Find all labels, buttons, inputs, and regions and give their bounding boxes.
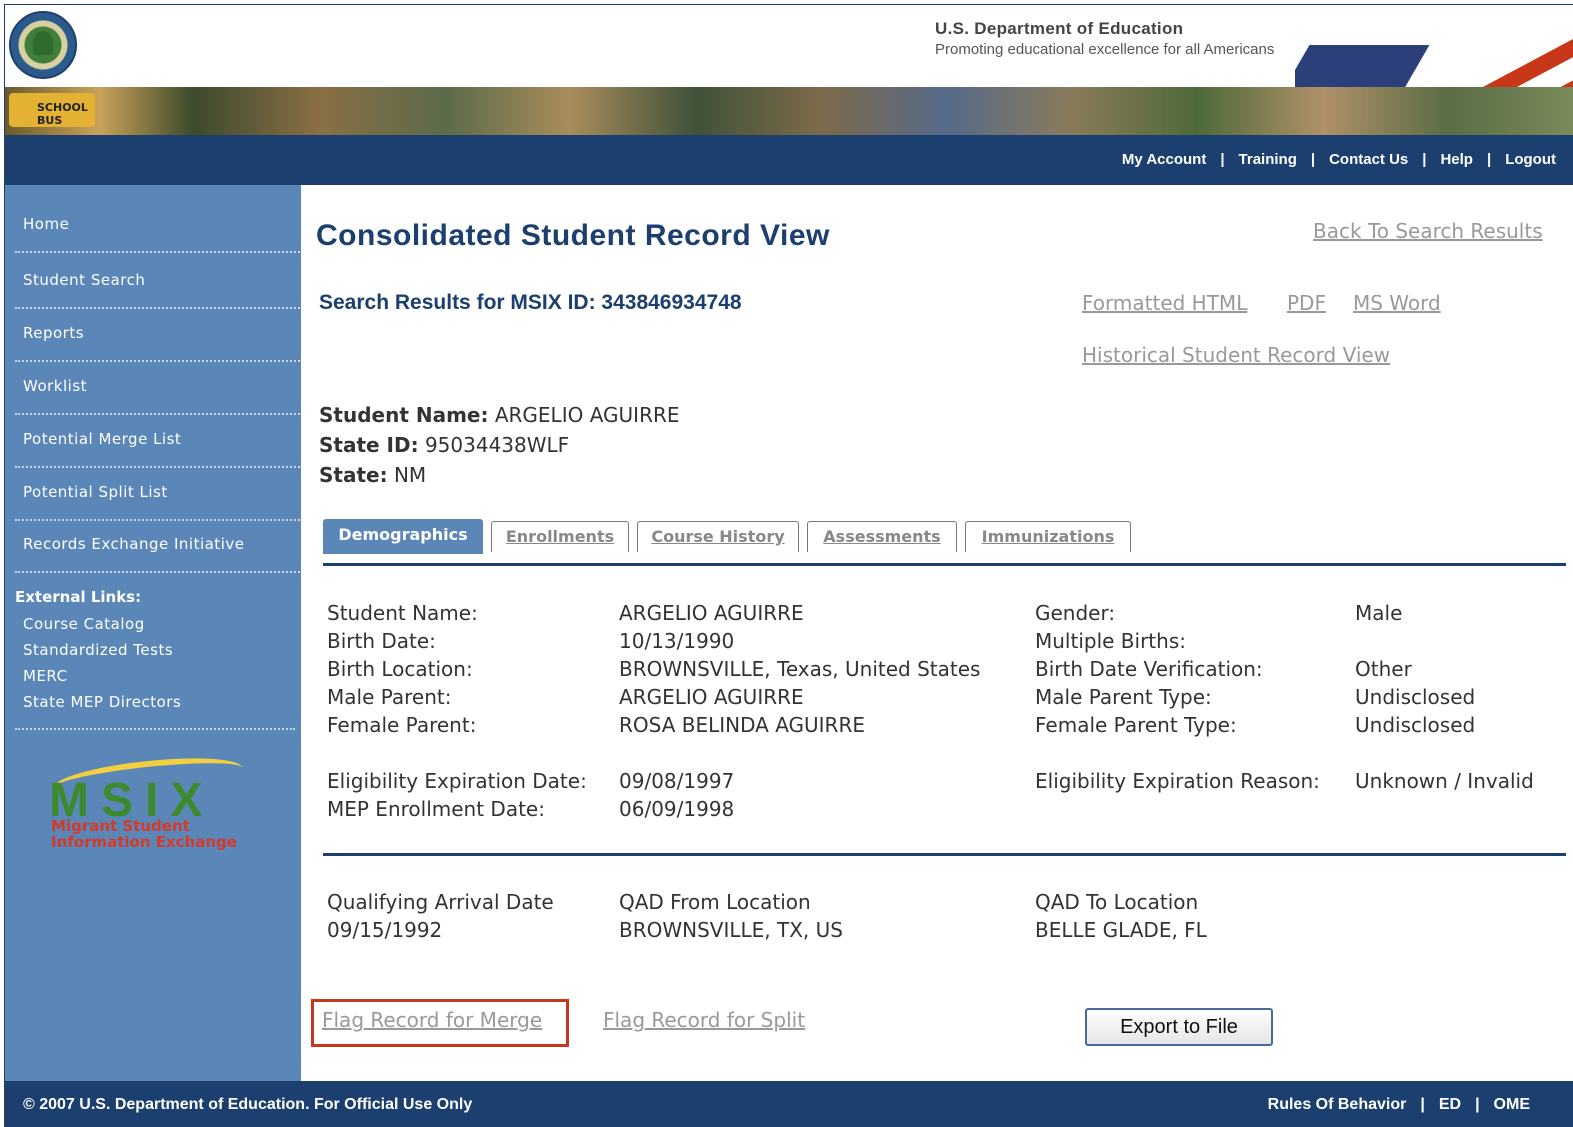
demo-label: Student Name: [327, 601, 478, 625]
footer-ome-link[interactable]: OME [1494, 1096, 1530, 1113]
sidebar-item-student-search[interactable]: Student Search [15, 271, 303, 309]
department-title: U.S. Department of Education [935, 19, 1184, 38]
student-name-summary-label: Student Name: [319, 403, 489, 427]
search-results-heading: Search Results for MSIX ID: 343846934748 [319, 291, 742, 314]
ms-word-link[interactable]: MS Word [1353, 291, 1441, 315]
flag-record-for-split-link[interactable]: Flag Record for Split [603, 1008, 805, 1032]
demo-label: Male Parent Type: [1035, 685, 1212, 709]
demo-label: Gender: [1035, 601, 1116, 625]
site-header: U.S. Department of Education Promoting e… [5, 5, 1573, 87]
bus-label: SCHOOL BUS [37, 101, 88, 127]
external-links-title: External Links: [15, 588, 142, 606]
demo-label: Eligibility Expiration Reason: [1035, 769, 1320, 793]
qad-label: QAD To Location [1035, 890, 1199, 914]
back-to-search-results-link[interactable]: Back To Search Results [1313, 219, 1543, 243]
demo-value: ARGELIO AGUIRRE [619, 601, 804, 625]
demo-value: Other [1355, 657, 1412, 681]
external-link-course-catalog[interactable]: Course Catalog [23, 615, 145, 633]
demo-value: ARGELIO AGUIRRE [619, 685, 804, 709]
state-id-label: State ID: [319, 433, 419, 457]
demo-label: Male Parent: [327, 685, 452, 709]
pdf-link[interactable]: PDF [1287, 291, 1326, 315]
sidebar-item-records-exchange[interactable]: Records Exchange Initiative [15, 535, 303, 573]
demo-label: MEP Enrollment Date: [327, 797, 545, 821]
state-id-summary: State ID: 95034438WLF [319, 433, 569, 457]
sidebar-item-home[interactable]: Home [15, 215, 303, 253]
demo-label: Birth Date Verification: [1035, 657, 1263, 681]
demo-value: BROWNSVILLE, Texas, United States [619, 657, 981, 681]
demo-label: Birth Location: [327, 657, 473, 681]
copyright-text: © 2007 U.S. Department of Education. For… [23, 1096, 473, 1113]
formatted-html-link[interactable]: Formatted HTML [1082, 291, 1247, 315]
footer-rules-of-behavior-link[interactable]: Rules Of Behavior [1268, 1096, 1407, 1113]
demo-value: 09/08/1997 [619, 769, 735, 793]
demo-value: 10/13/1990 [619, 629, 735, 653]
tab-immunizations[interactable]: Immunizations [965, 521, 1131, 552]
department-seal-icon [9, 11, 77, 79]
sidebar-item-reports[interactable]: Reports [15, 324, 303, 362]
demo-label: Eligibility Expiration Date: [327, 769, 587, 793]
nav-training[interactable]: Training [1239, 151, 1297, 168]
demo-label: Birth Date: [327, 629, 436, 653]
external-link-merc[interactable]: MERC [23, 667, 68, 685]
tab-enrollments[interactable]: Enrollments [491, 521, 629, 552]
qad-value: 09/15/1992 [327, 918, 443, 942]
student-name-summary: Student Name: ARGELIO AGUIRRE [319, 403, 680, 427]
page-title: Consolidated Student Record View [316, 219, 830, 252]
demo-label: Female Parent: [327, 713, 477, 737]
demo-label: Multiple Births: [1035, 629, 1186, 653]
main-content: Consolidated Student Record View Back To… [301, 185, 1573, 1081]
nav-contact-us[interactable]: Contact Us [1329, 151, 1408, 168]
site-footer: © 2007 U.S. Department of Education. For… [5, 1081, 1573, 1127]
demo-value: Undisclosed [1355, 713, 1476, 737]
nav-help[interactable]: Help [1440, 151, 1473, 168]
sidebar-divider [15, 728, 295, 730]
school-bus-icon: SCHOOL BUS [9, 93, 95, 127]
qad-label: QAD From Location [619, 890, 811, 914]
tab-course-history[interactable]: Course History [637, 521, 799, 552]
export-to-file-button[interactable]: Export to File [1085, 1008, 1273, 1046]
demo-value: Male [1355, 601, 1403, 625]
external-link-standardized-tests[interactable]: Standardized Tests [23, 641, 173, 659]
logo-tagline-2: Information Exchange [51, 833, 237, 851]
flag-record-for-merge-link[interactable]: Flag Record for Merge [322, 1008, 542, 1032]
nav-my-account[interactable]: My Account [1122, 151, 1206, 168]
top-nav-links: My Account | Training | Contact Us | Help | Logo… [1121, 151, 1556, 168]
state-id-value: 95034438WLF [424, 433, 570, 457]
state-value: NM [393, 463, 427, 487]
american-flag-icon [1295, 5, 1573, 87]
top-navigation: My Account | Training | Contact Us | Help | Logo… [5, 135, 1573, 185]
department-banner: U.S. Department of Education Promoting e… [935, 19, 1274, 58]
state-summary: State: NM [319, 463, 426, 487]
department-tagline: Promoting educational excellence for all… [935, 41, 1275, 58]
section-divider [323, 853, 1566, 856]
state-label: State: [319, 463, 388, 487]
demo-value: ROSA BELINDA AGUIRRE [619, 713, 865, 737]
demo-label: Female Parent Type: [1035, 713, 1237, 737]
tabs-divider [323, 563, 1566, 566]
external-link-state-mep-directors[interactable]: State MEP Directors [23, 693, 181, 711]
app-window: U.S. Department of Education Promoting e… [4, 4, 1573, 1127]
sidebar-item-potential-merge-list[interactable]: Potential Merge List [15, 430, 303, 468]
student-name-summary-value: ARGELIO AGUIRRE [494, 403, 680, 427]
sidebar: Home Student Search Reports Worklist Pot… [5, 185, 303, 1081]
sidebar-item-worklist[interactable]: Worklist [15, 377, 303, 415]
nav-logout[interactable]: Logout [1505, 151, 1556, 168]
qad-value: BELLE GLADE, FL [1035, 918, 1207, 942]
footer-ed-link[interactable]: ED [1439, 1096, 1461, 1113]
photo-banner [5, 87, 1573, 135]
qad-label: Qualifying Arrival Date [327, 890, 554, 914]
msix-logo: MSIX Migrant Student Information Exchang… [49, 751, 249, 853]
sidebar-item-potential-split-list[interactable]: Potential Split List [15, 483, 303, 521]
demo-value: 06/09/1998 [619, 797, 735, 821]
qad-value: BROWNSVILLE, TX, US [619, 918, 843, 942]
demo-value: Unknown / Invalid [1355, 769, 1534, 793]
footer-links: Rules Of Behavior | ED | OME [1267, 1096, 1530, 1113]
historical-record-link[interactable]: Historical Student Record View [1082, 343, 1390, 367]
tab-demographics[interactable]: Demographics [323, 519, 483, 554]
tab-assessments[interactable]: Assessments [807, 521, 957, 552]
demo-value: Undisclosed [1355, 685, 1476, 709]
